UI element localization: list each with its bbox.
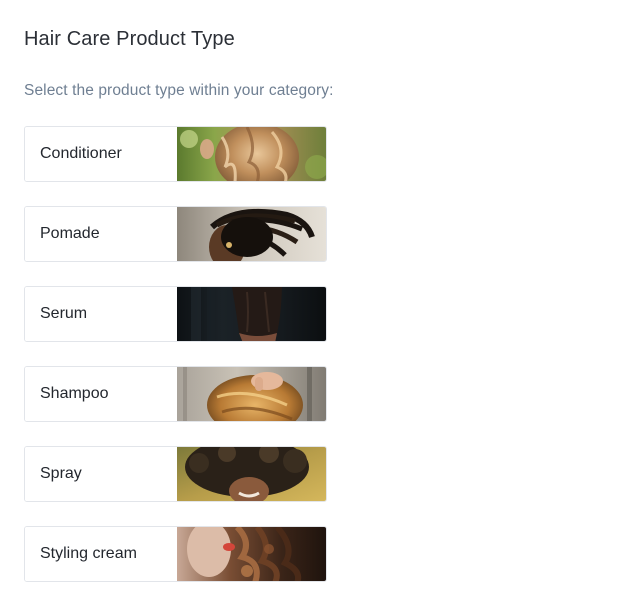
- wavy-blonde-hair-photo: [176, 127, 326, 181]
- dreadlocks-profile-photo: [176, 207, 326, 261]
- option-shampoo[interactable]: Shampoo: [24, 366, 327, 422]
- option-conditioner[interactable]: Conditioner: [24, 126, 327, 182]
- option-pomade[interactable]: Pomade: [24, 206, 327, 262]
- option-label: Pomade: [25, 207, 177, 261]
- curly-afro-smile-photo: [176, 447, 326, 501]
- page-subtitle: Select the product type within your cate…: [24, 82, 334, 99]
- option-label: Serum: [25, 287, 177, 341]
- option-spray[interactable]: Spray: [24, 446, 327, 502]
- page-title: Hair Care Product Type: [24, 28, 235, 50]
- option-label: Conditioner: [25, 127, 177, 181]
- option-label: Spray: [25, 447, 177, 501]
- option-styling-cream[interactable]: Styling cream: [24, 526, 327, 582]
- dark-bob-hair-photo: [176, 287, 326, 341]
- option-label: Styling cream: [25, 527, 177, 581]
- curly-brown-hair-photo: [176, 527, 326, 581]
- hand-in-golden-hair-photo: [176, 367, 326, 421]
- option-label: Shampoo: [25, 367, 177, 421]
- option-serum[interactable]: Serum: [24, 286, 327, 342]
- product-type-page: Hair Care Product Type Select the produc…: [0, 0, 630, 606]
- product-type-list: Conditioner Pomade Serum Shampoo Spray S…: [24, 126, 327, 606]
